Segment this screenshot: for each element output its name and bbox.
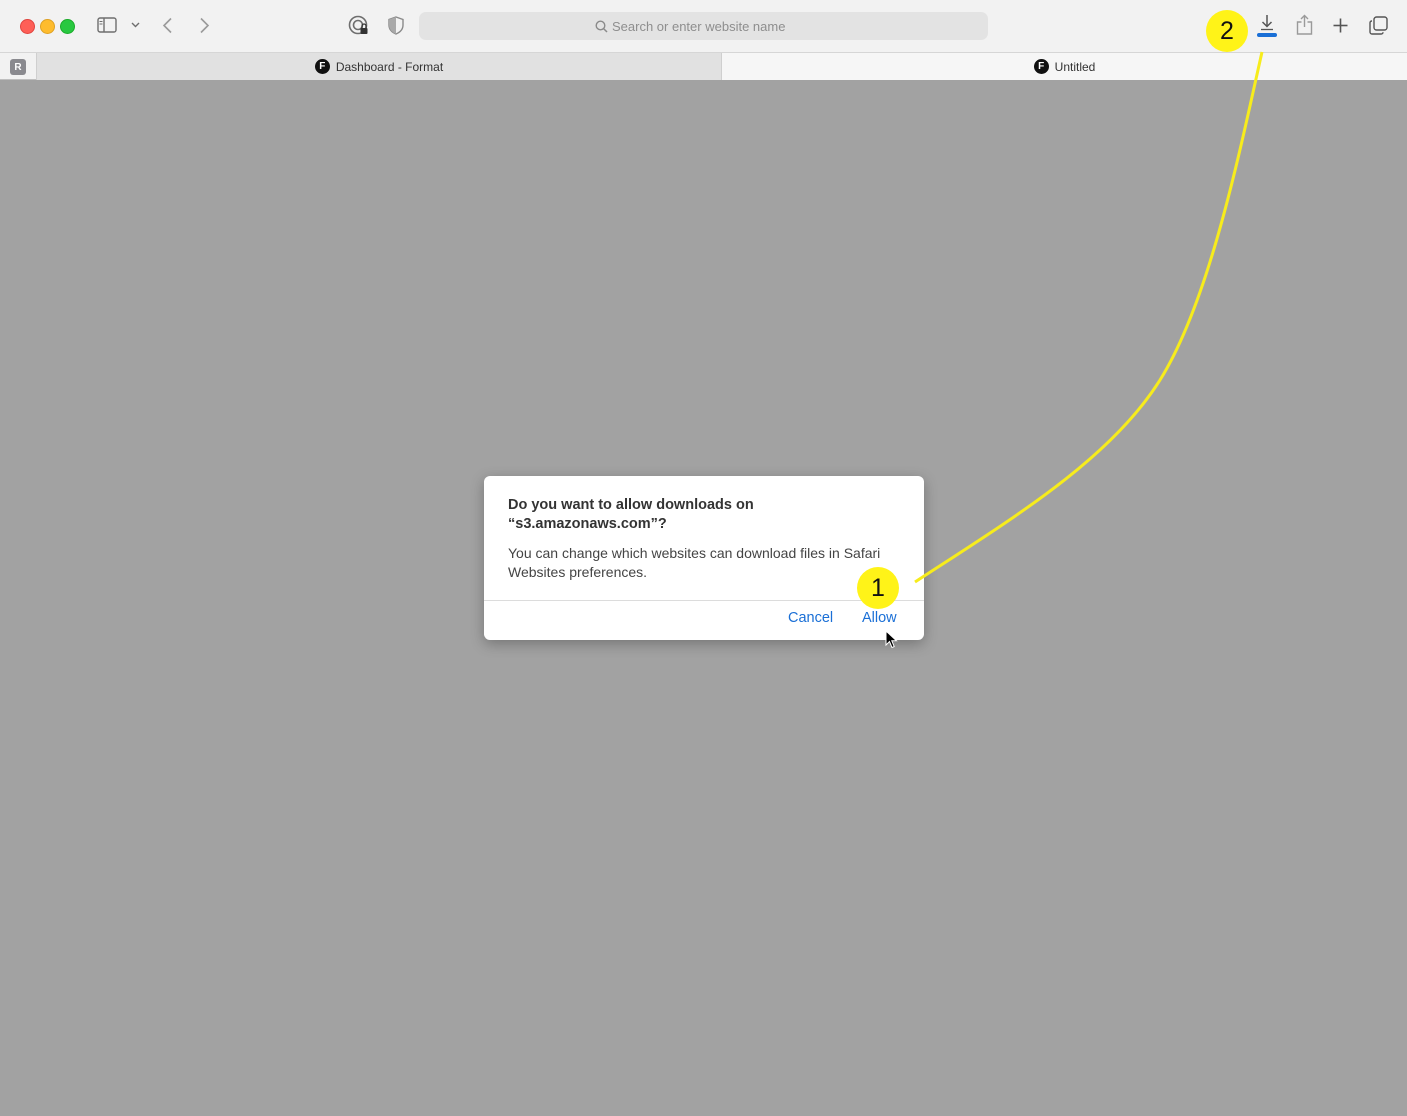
dialog-title-line-2: “s3.amazonaws.com”? bbox=[508, 516, 667, 532]
minimize-window-button[interactable] bbox=[40, 19, 55, 34]
tab-bar: R F Dashboard - Format F Untitled bbox=[0, 52, 1407, 80]
annotation-badge-2: 2 bbox=[1206, 10, 1248, 52]
sidebar-icon[interactable] bbox=[97, 17, 117, 33]
dialog-title: Do you want to allow downloads on “s3.am… bbox=[508, 496, 908, 534]
annotation-badge-1: 1 bbox=[857, 567, 899, 609]
pinned-tab-letter: R bbox=[14, 61, 22, 73]
chevron-down-icon[interactable] bbox=[131, 22, 140, 28]
password-manager-icon[interactable] bbox=[348, 15, 370, 37]
address-input[interactable] bbox=[608, 18, 812, 34]
tab-label: Untitled bbox=[1054, 59, 1096, 74]
tab-untitled[interactable]: F Untitled bbox=[722, 53, 1407, 80]
plus-icon[interactable] bbox=[1333, 18, 1348, 33]
pinned-tab[interactable]: R bbox=[10, 59, 26, 75]
format-favicon-icon: F bbox=[1033, 59, 1049, 74]
dialog-message: You can change which websites can downlo… bbox=[508, 545, 881, 580]
dialog-divider bbox=[484, 600, 924, 601]
back-icon[interactable] bbox=[162, 17, 174, 34]
browser-toolbar bbox=[0, 0, 1407, 52]
close-window-button[interactable] bbox=[20, 19, 35, 34]
download-permission-dialog: Do you want to allow downloads on “s3.am… bbox=[484, 476, 924, 640]
share-icon[interactable] bbox=[1296, 14, 1313, 35]
dialog-title-line-1: Do you want to allow downloads on bbox=[508, 497, 754, 513]
allow-button[interactable]: Allow bbox=[862, 610, 897, 626]
cancel-button[interactable]: Cancel bbox=[788, 610, 833, 626]
search-icon bbox=[595, 19, 608, 33]
format-favicon-icon: F bbox=[314, 59, 330, 74]
tabs-overview-icon[interactable] bbox=[1369, 16, 1388, 35]
forward-icon[interactable] bbox=[198, 17, 210, 34]
maximize-window-button[interactable] bbox=[60, 19, 75, 34]
download-icon[interactable] bbox=[1256, 13, 1278, 39]
tab-dashboard-format[interactable]: F Dashboard - Format bbox=[36, 53, 722, 80]
address-bar[interactable] bbox=[419, 12, 988, 40]
privacy-shield-icon[interactable] bbox=[388, 16, 404, 35]
tab-label: Dashboard - Format bbox=[335, 59, 444, 74]
